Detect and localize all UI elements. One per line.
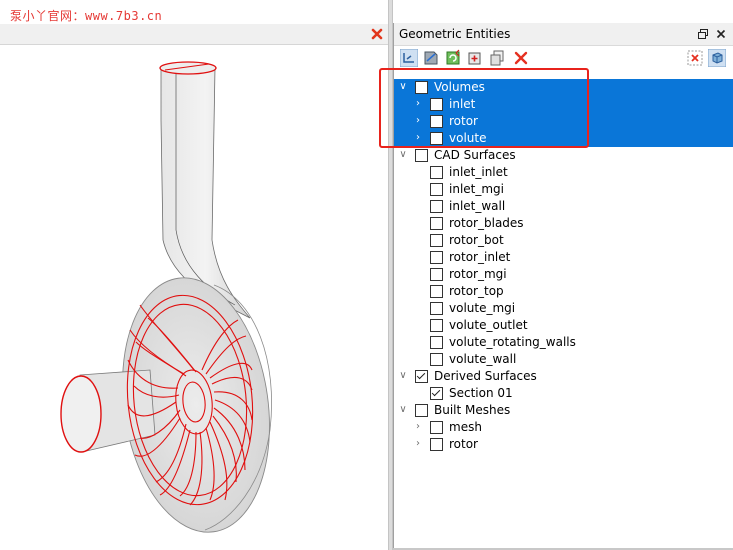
tree-item-surface[interactable]: rotor_mgi	[394, 266, 733, 283]
annotation-highlight-box	[379, 68, 589, 148]
item-checkbox[interactable]	[430, 234, 443, 247]
chevron-right-icon[interactable]: ›	[412, 420, 424, 434]
tree-label: volute_mgi	[449, 301, 516, 315]
built-meshes-checkbox[interactable]	[415, 404, 428, 417]
tree-item-surface[interactable]: inlet_inlet	[394, 164, 733, 181]
item-checkbox[interactable]	[430, 438, 443, 451]
item-checkbox[interactable]	[430, 200, 443, 213]
tree-item-surface[interactable]: rotor_inlet	[394, 249, 733, 266]
tree-node-derived-surfaces[interactable]: ∨ Derived Surfaces	[394, 368, 733, 385]
chevron-down-icon[interactable]: ∨	[397, 148, 409, 162]
delete-icon[interactable]	[512, 49, 530, 67]
watermark-text: 泵小丫官网：www.7b3.cn	[10, 9, 163, 23]
tree-label: rotor_inlet	[449, 250, 511, 264]
tree-node-cad-surfaces[interactable]: ∨ CAD Surfaces	[394, 147, 733, 164]
close-view-icon[interactable]	[370, 27, 384, 41]
panel-title-bar: Geometric Entities	[394, 23, 733, 46]
tree-label: mesh	[449, 420, 482, 434]
tree-label: rotor_blades	[449, 216, 524, 230]
tree-label: Derived Surfaces	[434, 369, 537, 383]
tree-label: volute_wall	[449, 352, 517, 366]
item-checkbox[interactable]	[430, 353, 443, 366]
pump-3d-viewport[interactable]	[0, 45, 388, 550]
tree-item-surface[interactable]: inlet_wall	[394, 198, 733, 215]
inlet-rim	[60, 375, 102, 453]
tree-item-mesh[interactable]: › mesh	[394, 419, 733, 436]
graphics-header-bar	[0, 24, 388, 45]
tree-label: Section 01	[449, 386, 513, 400]
item-checkbox[interactable]	[430, 217, 443, 230]
panel-title: Geometric Entities	[399, 27, 511, 41]
clear-icon[interactable]	[686, 49, 704, 67]
item-checkbox[interactable]	[430, 166, 443, 179]
tree-label: Built Meshes	[434, 403, 511, 417]
chevron-right-icon[interactable]: ›	[412, 437, 424, 451]
copy-icon[interactable]	[488, 49, 506, 67]
chevron-down-icon[interactable]: ∨	[397, 369, 409, 383]
tree-label: rotor	[449, 437, 478, 451]
tree-label: rotor_mgi	[449, 267, 507, 281]
item-checkbox[interactable]	[430, 268, 443, 281]
tree-label: CAD Surfaces	[434, 148, 516, 162]
tree-label: inlet_mgi	[449, 182, 505, 196]
filter-icon[interactable]	[422, 49, 440, 67]
tree-label: inlet_wall	[449, 199, 506, 213]
tree-item-surface[interactable]: rotor_blades	[394, 215, 733, 232]
tree-item-section[interactable]: Section 01	[394, 385, 733, 402]
cad-surfaces-checkbox[interactable]	[415, 149, 428, 162]
item-checkbox[interactable]	[430, 285, 443, 298]
tree-item-surface[interactable]: volute_rotating_walls	[394, 334, 733, 351]
item-checkbox[interactable]	[430, 387, 443, 400]
tree-label: volute_rotating_walls	[449, 335, 576, 349]
derived-surfaces-checkbox[interactable]	[415, 370, 428, 383]
item-checkbox[interactable]	[430, 336, 443, 349]
refresh-icon[interactable]	[444, 49, 462, 67]
tree-item-surface[interactable]: inlet_mgi	[394, 181, 733, 198]
display-icon[interactable]	[708, 49, 726, 67]
restore-icon[interactable]	[697, 28, 709, 40]
tree-item-surface[interactable]: rotor_top	[394, 283, 733, 300]
tree-label: rotor_top	[449, 284, 504, 298]
close-icon[interactable]	[715, 28, 727, 40]
tree-item-surface[interactable]: rotor_bot	[394, 232, 733, 249]
tree-item-surface[interactable]: volute_wall	[394, 351, 733, 368]
graphics-pane: 泵小丫官网：www.7b3.cn	[0, 0, 388, 550]
tree-node-built-meshes[interactable]: ∨ Built Meshes	[394, 402, 733, 419]
tree-label: rotor_bot	[449, 233, 504, 247]
tree-item-mesh-rotor[interactable]: › rotor	[394, 436, 733, 453]
item-checkbox[interactable]	[430, 319, 443, 332]
tree-label: inlet_inlet	[449, 165, 508, 179]
item-checkbox[interactable]	[430, 302, 443, 315]
item-checkbox[interactable]	[430, 421, 443, 434]
item-checkbox[interactable]	[430, 183, 443, 196]
item-checkbox[interactable]	[430, 251, 443, 264]
tree-label: volute_outlet	[449, 318, 528, 332]
tree-item-surface[interactable]: volute_outlet	[394, 317, 733, 334]
chevron-down-icon[interactable]: ∨	[397, 403, 409, 417]
tree-item-surface[interactable]: volute_mgi	[394, 300, 733, 317]
view-icon[interactable]	[400, 49, 418, 67]
add-icon[interactable]	[466, 49, 484, 67]
